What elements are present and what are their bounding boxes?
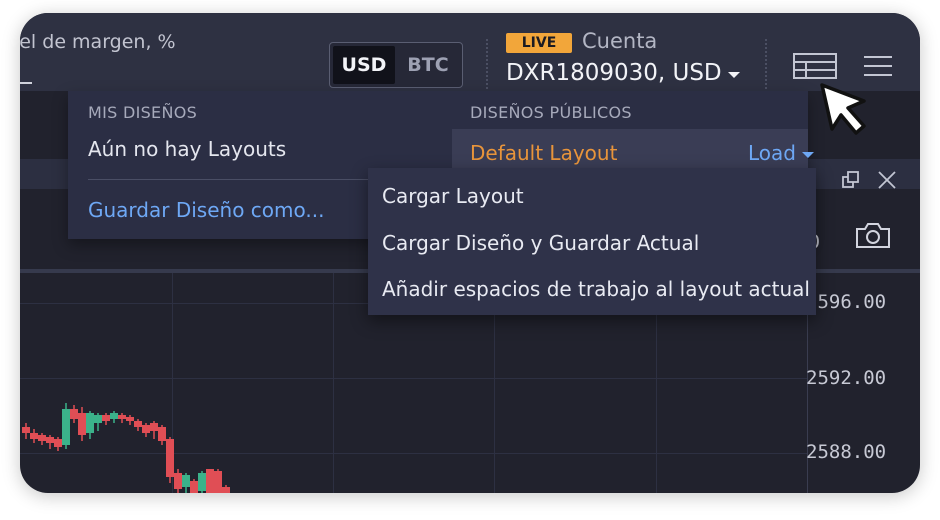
public-designs-heading: DISEÑOS PÚBLICOS	[470, 103, 632, 122]
candle-body	[70, 409, 78, 419]
layout-name[interactable]: Default Layout	[470, 141, 617, 165]
candle-body	[126, 417, 134, 421]
no-layouts-text: Aún no hay Layouts	[88, 137, 287, 161]
currency-toggle[interactable]: USD BTC	[329, 42, 463, 88]
candle-body	[78, 413, 86, 435]
camera-icon[interactable]	[852, 217, 894, 253]
candle-body	[214, 471, 222, 493]
margin-level-label: vel de margen, %	[20, 31, 176, 53]
app-window: vel de margen, % USD BTC LIVE Cuenta DXR…	[20, 13, 920, 493]
hamburger-menu-icon[interactable]	[862, 51, 894, 81]
candle-body	[166, 439, 174, 477]
layout-icon[interactable]	[792, 51, 838, 81]
live-badge: LIVE	[506, 33, 572, 53]
margin-level-value	[20, 82, 32, 84]
candle-body	[190, 481, 198, 493]
add-workspaces-option[interactable]: Añadir espacios de trabajo al layout act…	[382, 277, 810, 301]
load-label: Load	[748, 141, 796, 165]
account-value: DXR1809030, USD	[506, 60, 722, 86]
save-layout-as-link[interactable]: Guardar Diseño como...	[88, 198, 324, 222]
candle-body	[62, 409, 70, 445]
candle-body	[182, 475, 190, 487]
candle-body	[198, 473, 206, 491]
candle-body	[142, 425, 150, 433]
candle-body	[54, 439, 62, 447]
divider	[765, 39, 767, 89]
candle-body	[38, 435, 46, 441]
divider	[486, 39, 488, 89]
candle-body	[86, 413, 94, 433]
load-button[interactable]: Load	[748, 141, 814, 165]
candle-body	[158, 427, 166, 441]
load-layout-option[interactable]: Cargar Layout	[382, 184, 524, 208]
candle-body	[94, 415, 102, 423]
candle-body	[30, 433, 38, 439]
candle-body	[110, 413, 118, 419]
currency-btc-option[interactable]: BTC	[397, 46, 459, 84]
candle-body	[102, 415, 110, 421]
chevron-down-icon	[727, 71, 740, 78]
candlestick-series	[22, 403, 230, 493]
price-label: 2592.00	[806, 367, 887, 389]
candle-body	[174, 473, 182, 489]
candle-body	[150, 423, 158, 431]
load-submenu: Cargar Layout Cargar Diseño y Guardar Ac…	[368, 168, 816, 315]
mouse-cursor-icon	[820, 83, 866, 135]
candle-body	[118, 415, 126, 419]
grid-line	[333, 273, 334, 493]
candle-body	[22, 427, 30, 433]
candle-body	[206, 469, 214, 493]
menu-divider	[88, 179, 368, 180]
load-and-save-option[interactable]: Cargar Diseño y Guardar Actual	[382, 231, 699, 255]
candle-body	[46, 437, 54, 443]
price-label: 2588.00	[806, 441, 887, 463]
price-label: 2596.00	[806, 291, 887, 313]
account-selector[interactable]: DXR1809030, USD	[506, 60, 740, 86]
chevron-down-icon	[801, 151, 814, 158]
my-designs-heading: MIS DISEÑOS	[88, 103, 198, 122]
account-label: Cuenta	[582, 29, 658, 53]
candle-body	[134, 421, 142, 427]
candle-body	[222, 487, 230, 493]
currency-usd-option[interactable]: USD	[333, 46, 395, 84]
